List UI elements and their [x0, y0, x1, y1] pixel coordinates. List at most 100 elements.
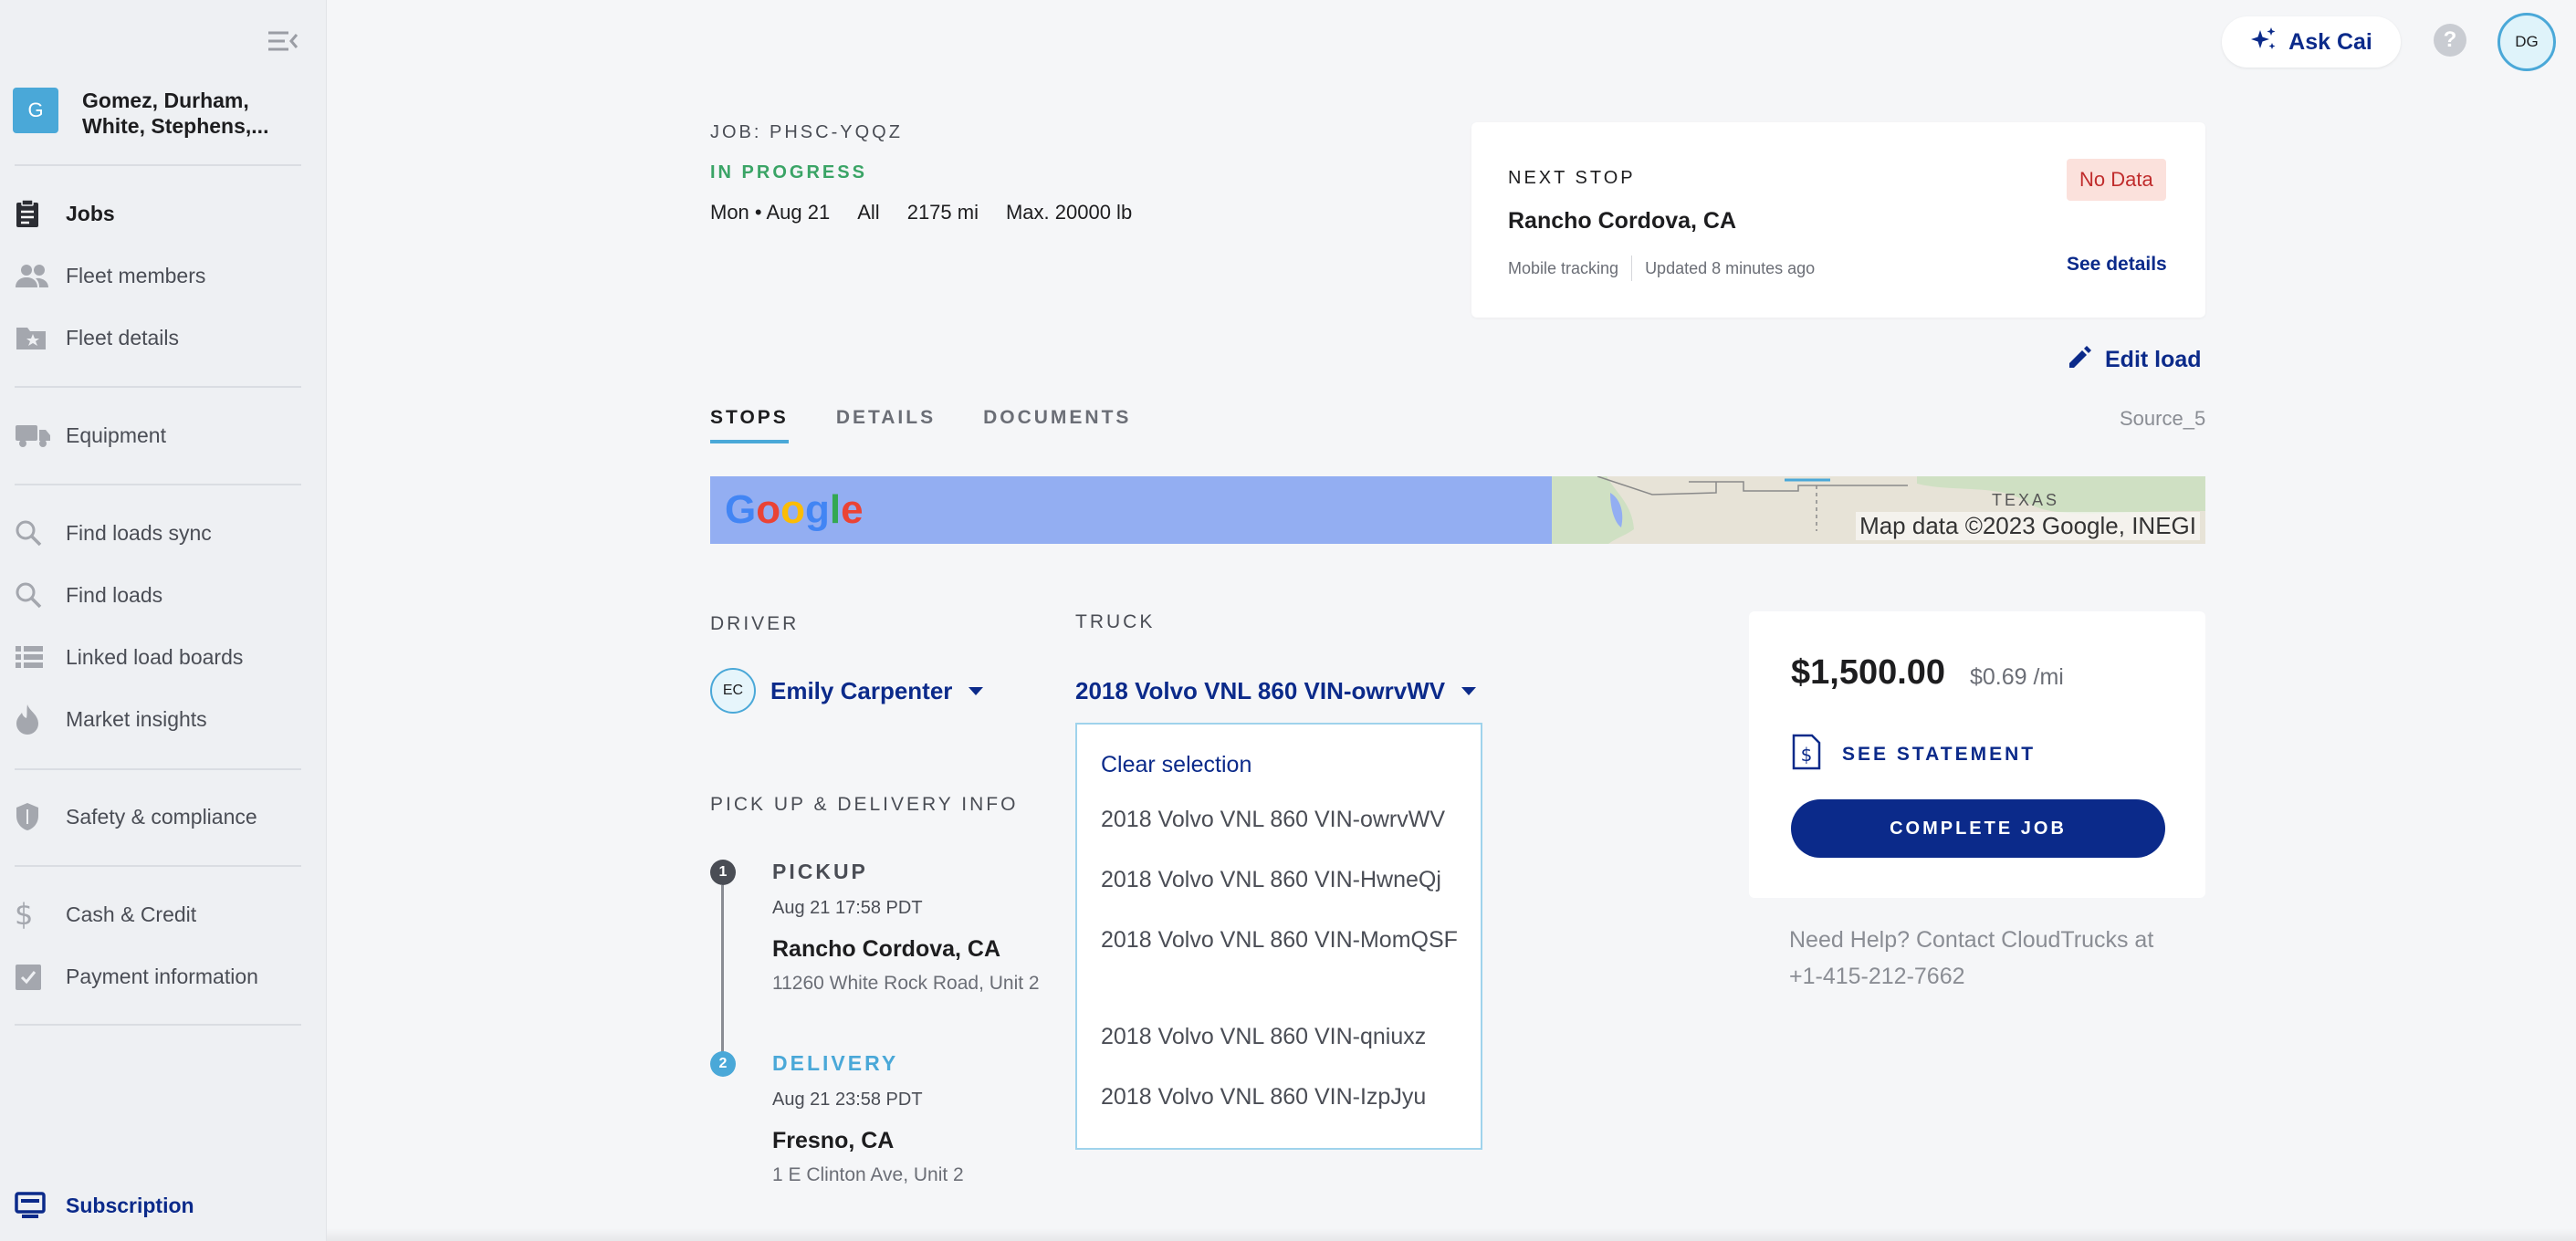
shield-icon — [15, 802, 51, 831]
edit-load-button[interactable]: Edit load — [2067, 345, 2202, 375]
search-icon — [15, 518, 51, 548]
edit-load-label: Edit load — [2105, 347, 2202, 372]
org-avatar: G — [13, 88, 58, 133]
job-status: IN PROGRESS — [710, 162, 867, 182]
sidebar-item-label: Jobs — [66, 201, 115, 225]
sidebar-item-label: Equipment — [66, 422, 166, 447]
sidebar-item-fleet-members[interactable]: Fleet members — [15, 256, 305, 296]
stop-city: Fresno, CA — [772, 1128, 895, 1153]
chevron-down-icon — [1461, 687, 1477, 695]
tab-documents[interactable]: DOCUMENTS — [983, 407, 1131, 443]
collapse-menu-icon[interactable] — [267, 27, 299, 55]
job-max-weight: Max. 20000 lb — [1005, 201, 1133, 224]
clipboard-icon — [15, 199, 51, 228]
org-name: Gomez, Durham, White, Stephens,... — [82, 89, 269, 138]
clear-selection-option[interactable]: Clear selection — [1101, 752, 1251, 778]
ask-cai-button[interactable]: Ask Cai — [2222, 16, 2401, 68]
support-help-text: Need Help? Contact CloudTrucks at +1-415… — [1789, 927, 2154, 989]
sidebar-item-find-loads-sync[interactable]: Find loads sync — [15, 513, 305, 553]
divider — [1631, 256, 1633, 281]
tracking-method: Mobile tracking — [1508, 258, 1619, 277]
complete-job-button[interactable]: COMPLETE JOB — [1791, 799, 2165, 858]
truck-option[interactable]: 2018 Volvo VNL 860 VIN-HwneQj — [1101, 861, 1466, 898]
see-statement-button[interactable]: $ SEE STATEMENT — [1791, 734, 2036, 775]
next-stop-card: NEXT STOP No Data Rancho Cordova, CA Mob… — [1471, 122, 2205, 318]
org-switcher[interactable]: G Gomez, Durham, White, Stephens,... — [13, 88, 305, 161]
sidebar-divider — [15, 1024, 301, 1026]
truck-option[interactable]: 2018 Volvo VNL 860 VIN-MomQSF — [1101, 922, 1466, 958]
driver-name: Emily Carpenter — [770, 676, 953, 704]
bottom-shadow — [327, 1228, 2576, 1241]
stop-connector-line — [721, 885, 724, 1060]
sidebar-item-cash-credit[interactable]: $ Cash & Credit — [15, 894, 305, 934]
stop-type: PICKUP — [772, 860, 868, 883]
stop-number-badge: 1 — [710, 860, 736, 885]
source-label: Source_5 — [2120, 407, 2206, 430]
status-badge: No Data — [2067, 159, 2166, 201]
job-meta: Mon • Aug 21 All 2175 mi Max. 20000 lb — [710, 201, 1159, 224]
truck-option[interactable]: 2018 Volvo VNL 860 VIN-owrvWV — [1101, 801, 1466, 838]
sidebar-divider — [15, 386, 301, 388]
google-logo: Google — [725, 487, 864, 532]
sidebar-item-jobs[interactable]: Jobs — [15, 193, 305, 234]
truck-select[interactable]: 2018 Volvo VNL 860 VIN-owrvWV — [1075, 677, 1477, 705]
sidebar-item-label: Fleet details — [66, 325, 180, 349]
driver-avatar: EC — [710, 668, 756, 714]
subscription-icon — [15, 1191, 51, 1220]
chevron-down-icon — [969, 686, 984, 695]
search-icon — [15, 580, 51, 610]
job-equipment-type: All — [857, 201, 880, 224]
stop-time: Aug 21 17:58 PDT — [772, 898, 923, 918]
sidebar-item-subscription[interactable]: Subscription — [15, 1185, 305, 1225]
sidebar-item-payment-information[interactable]: Payment information — [15, 956, 305, 996]
job-date: Mon • Aug 21 — [710, 201, 831, 224]
sidebar-item-label: Safety & compliance — [66, 804, 257, 829]
map-credit: Map data ©2023 Google, INEGI — [1856, 512, 2200, 540]
sidebar-item-market-insights[interactable]: Market insights — [15, 699, 305, 739]
sidebar-divider — [15, 164, 301, 166]
stop-city: Rancho Cordova, CA — [772, 936, 1001, 962]
truck-option[interactable]: 2018 Volvo VNL 860 VIN-IzpJyu — [1101, 1079, 1466, 1115]
sidebar-item-label: Market insights — [66, 706, 207, 731]
see-details-link[interactable]: See details — [2067, 254, 2167, 276]
driver-select[interactable]: EC Emily Carpenter — [710, 668, 984, 714]
svg-text:$: $ — [1801, 744, 1813, 766]
job-id: JOB: PHSC-YQQZ — [710, 122, 903, 142]
pencil-icon — [2067, 345, 2092, 375]
sidebar-item-safety-compliance[interactable]: Safety & compliance — [15, 797, 305, 837]
sidebar-item-equipment[interactable]: Equipment — [15, 415, 305, 455]
route-map[interactable]: Google TEXAS Map data ©2023 Google, INEG… — [710, 476, 2205, 544]
sidebar-item-find-loads[interactable]: Find loads — [15, 575, 305, 615]
stop-address: 11260 White Rock Road, Unit 2 — [772, 973, 1040, 994]
truck-option[interactable]: 2018 Volvo VNL 860 VIN-qniuxz — [1101, 1018, 1466, 1055]
sidebar-item-fleet-details[interactable]: Fleet details — [15, 318, 305, 358]
user-avatar[interactable]: DG — [2497, 13, 2556, 71]
stop-address: 1 E Clinton Ave, Unit 2 — [772, 1164, 964, 1185]
stop-number-badge: 2 — [710, 1051, 736, 1077]
sidebar-item-label: Find loads — [66, 582, 163, 607]
ask-cai-label: Ask Cai — [2288, 28, 2372, 55]
sidebar-item-label: Subscription — [66, 1193, 194, 1217]
stop-time: Aug 21 23:58 PDT — [772, 1090, 923, 1110]
next-stop-label: NEXT STOP — [1508, 168, 1636, 188]
sidebar-divider — [15, 484, 301, 485]
truck-label: TRUCK — [1075, 611, 1156, 632]
sidebar-item-linked-load-boards[interactable]: Linked load boards — [15, 637, 305, 677]
job-tabs: STOPS DETAILS DOCUMENTS — [710, 407, 1178, 443]
sidebar-divider — [15, 768, 301, 770]
tab-stops[interactable]: STOPS — [710, 407, 789, 443]
payment-amount: $1,500.00 — [1791, 653, 1946, 692]
tab-details[interactable]: DETAILS — [836, 407, 936, 443]
truck-selected: 2018 Volvo VNL 860 VIN-owrvWV — [1075, 677, 1446, 704]
pickup-delivery-label: PICK UP & DELIVERY INFO — [710, 794, 1019, 815]
sidebar-item-label: Find loads sync — [66, 520, 212, 545]
list-icon — [15, 642, 51, 672]
sidebar-divider — [15, 865, 301, 867]
payment-rate: $0.69 /mi — [1970, 664, 2064, 690]
statement-icon: $ — [1791, 734, 1822, 775]
payment-card: $1,500.00 $0.69 /mi $ SEE STATEMENT COMP… — [1749, 611, 2205, 898]
help-icon[interactable]: ? — [2434, 24, 2466, 57]
truck-icon — [15, 421, 51, 450]
sidebar-item-label: Fleet members — [66, 263, 206, 287]
sidebar-item-label: Linked load boards — [66, 644, 244, 669]
